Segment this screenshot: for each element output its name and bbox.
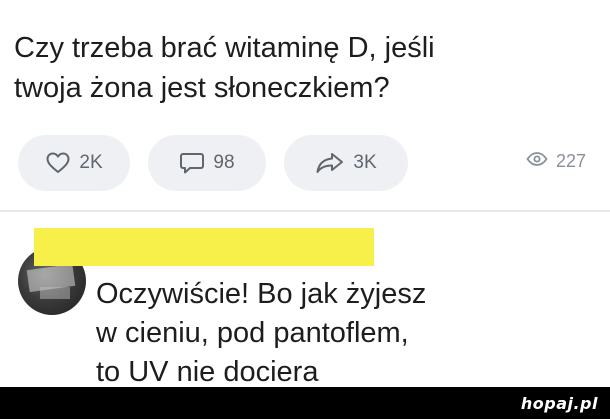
share-button[interactable]: 3K: [284, 135, 408, 191]
site-watermark: hopaj.pl: [520, 394, 598, 413]
comment-count: 98: [213, 152, 235, 173]
comment-line-2: w cieniu, pod pantoflem,: [96, 317, 409, 349]
comment-line-1: Oczywiście! Bo jak żyjesz: [96, 278, 427, 310]
post-text: Czy trzeba brać witaminę D, jeśli twoja …: [14, 28, 574, 108]
views-counter: 227: [526, 151, 586, 172]
like-count: 2K: [79, 152, 103, 173]
comment-bubble-icon: [179, 151, 205, 175]
comments-button[interactable]: 98: [148, 135, 266, 191]
heart-icon: [45, 151, 71, 175]
share-arrow-icon: [315, 151, 345, 175]
like-button[interactable]: 2K: [18, 135, 130, 191]
post-actions: 2K 98 3K 227: [18, 135, 610, 193]
footer-bar: hopaj.pl: [0, 387, 610, 419]
divider: [0, 210, 610, 212]
commenter-name-redacted: [34, 228, 374, 266]
comment-text: Oczywiście! Bo jak żyjesz w cieniu, pod …: [96, 275, 596, 392]
eye-icon: [526, 151, 548, 172]
post-text-line-1: Czy trzeba brać witaminę D, jeśli: [14, 32, 435, 64]
post-text-line-2: twoja żona jest słoneczkiem?: [14, 72, 390, 104]
views-count: 227: [556, 151, 587, 171]
share-count: 3K: [353, 152, 377, 173]
